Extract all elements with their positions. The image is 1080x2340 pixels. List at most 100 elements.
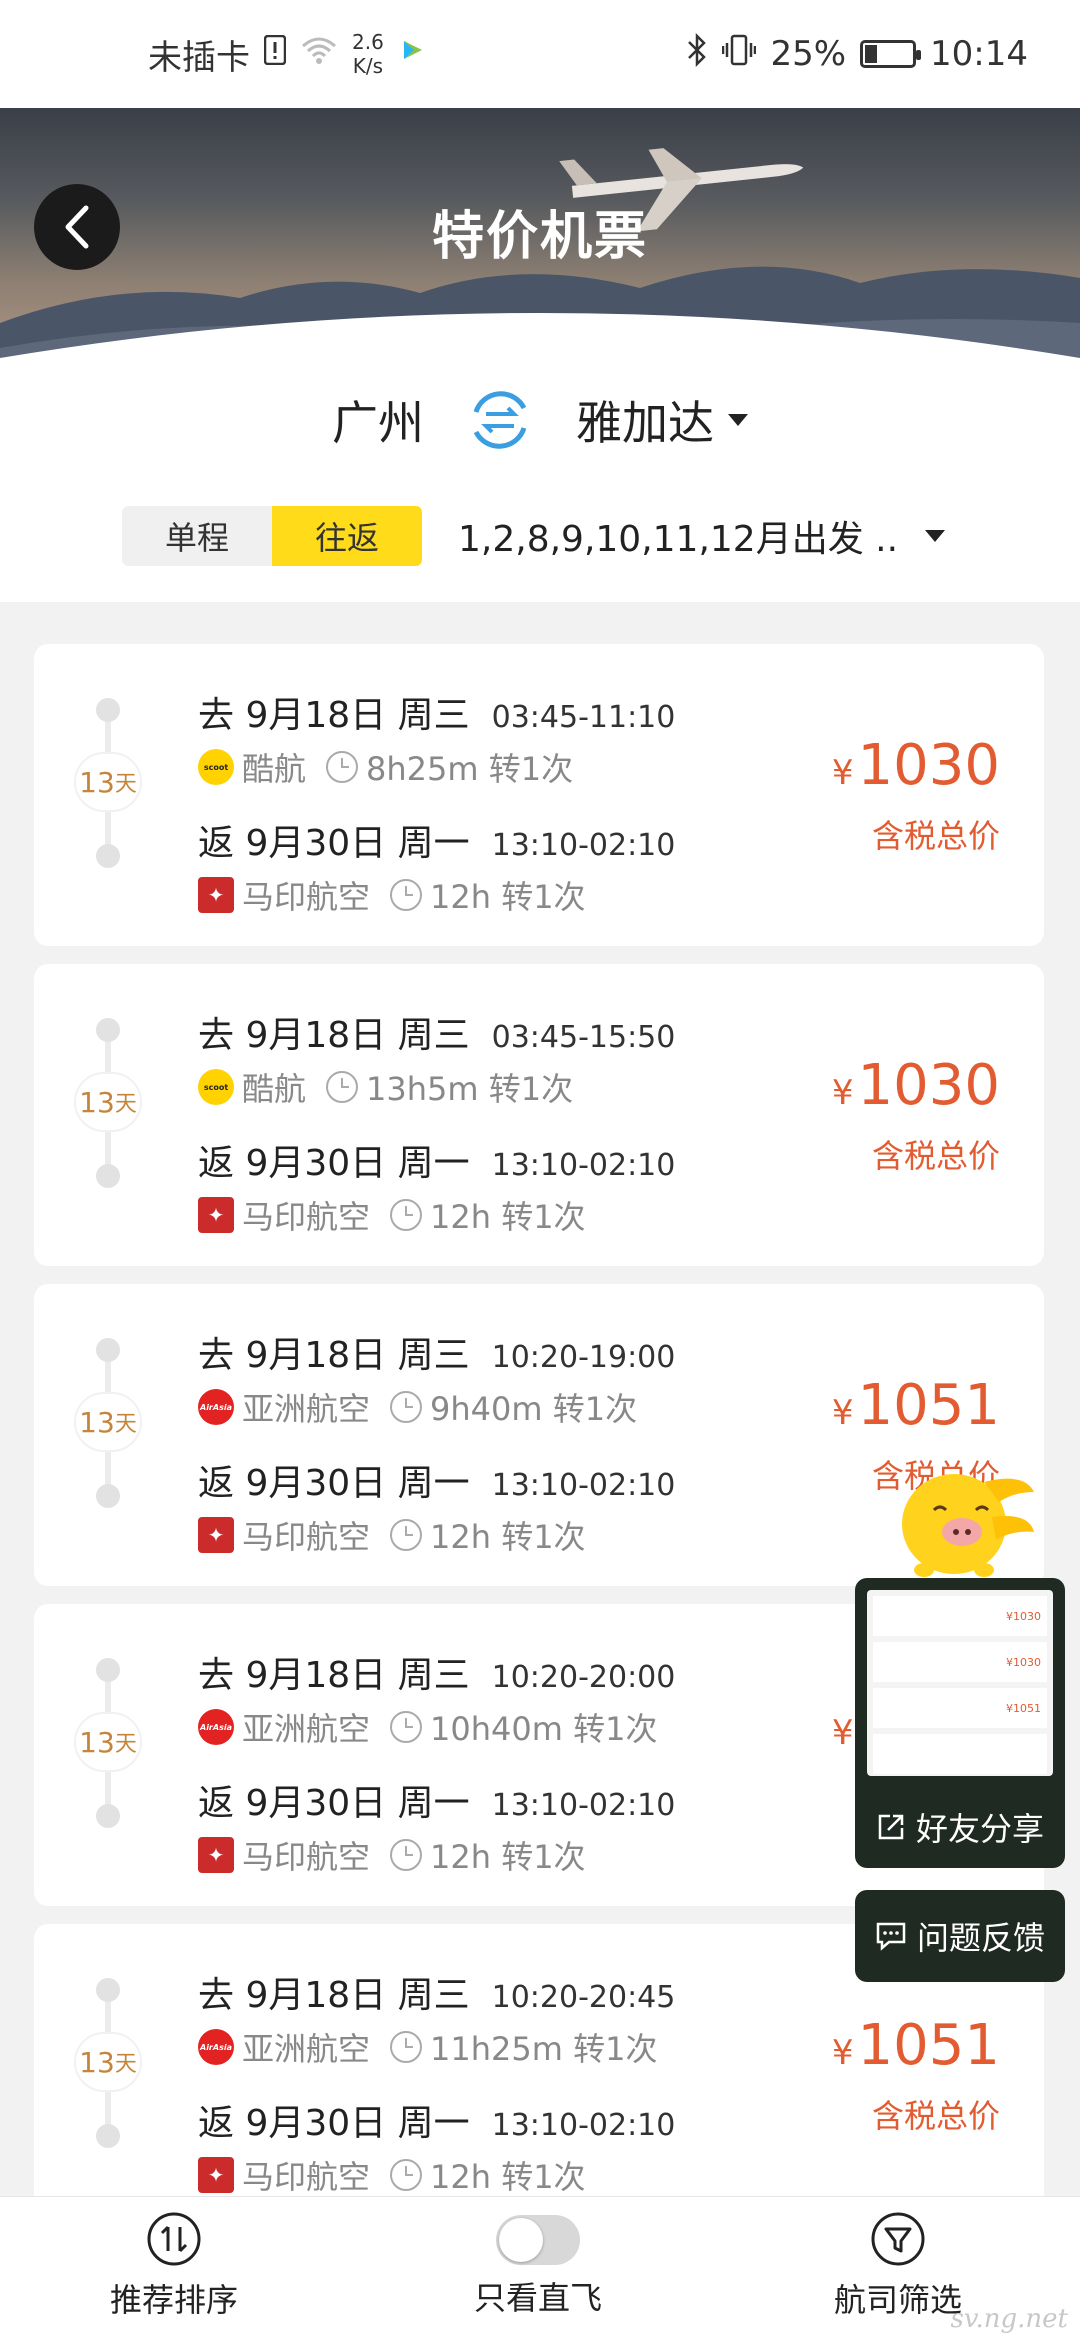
timeline-dot	[96, 1164, 120, 1188]
airline-filter-tab[interactable]: 航司筛选	[834, 2211, 962, 2321]
trip-days: 13	[79, 2045, 115, 2079]
price-box: ¥1030 含税总价	[832, 1054, 1000, 1177]
return-date: 返 9月30日 周一	[198, 823, 470, 864]
destination-selector[interactable]: 雅加达	[576, 387, 748, 453]
clock-icon	[390, 1519, 423, 1551]
return-duration: 12h 转1次	[430, 878, 586, 916]
return-duration: 12h 转1次	[430, 2158, 586, 2196]
currency-symbol: ¥	[831, 753, 854, 793]
trip-type-row: 单程 往返	[122, 506, 422, 566]
outbound-duration: 8h25m 转1次	[366, 750, 574, 788]
feedback-button[interactable]: 问题反馈	[855, 1890, 1065, 1982]
direct-only-toggle[interactable]	[496, 2215, 580, 2265]
timeline-dot	[96, 1978, 120, 2002]
sort-label: 推荐排序	[110, 2281, 239, 2319]
trip-type-toggle: 单程 往返	[122, 506, 422, 566]
price-value: 1030	[857, 733, 1000, 798]
clock-icon	[326, 751, 359, 783]
currency-symbol: ¥	[831, 2033, 854, 2073]
malindo-logo-icon: ✦	[198, 2157, 234, 2193]
clock-icon	[390, 2159, 423, 2191]
bottom-bar: 推荐排序 只看直飞 航司筛选 sv.ng.net	[0, 2196, 1080, 2340]
net-speed-value: 2.6	[352, 30, 384, 54]
outbound-leg: 去 9月18日 周三 10:20-19:00 AirAsia 亚洲航空 9h40m 转1…	[198, 1326, 675, 1430]
outbound-time: 10:20-20:45	[491, 1980, 676, 2015]
thumb-row: ¥1030	[873, 1642, 1047, 1682]
clock-icon	[390, 1391, 423, 1423]
status-left: 未插卡 2.6 K/s	[148, 30, 428, 79]
timeline-dot	[96, 698, 120, 722]
flight-card[interactable]: 13 天 去 9月18日 周三 03:45-15:50 scoot 酷航 13h5m 转1次…	[34, 964, 1044, 1266]
outbound-leg: 去 9月18日 周三 03:45-11:10 scoot 酷航 8h25m 转1次	[198, 686, 675, 790]
direct-only-tab[interactable]: 只看直飞	[474, 2211, 602, 2319]
departure-month-filter[interactable]: 1,2,8,9,10,11,12月出发 ..	[458, 506, 898, 566]
malindo-logo-icon: ✦	[198, 1837, 234, 1873]
wifi-icon	[300, 34, 338, 74]
trip-timeline: 13 天	[74, 1338, 142, 1508]
return-airline: 马印航空	[242, 1518, 371, 1556]
thumb-row: ¥1030	[873, 1596, 1047, 1636]
origin-city[interactable]: 广州	[332, 387, 424, 453]
return-date: 返 9月30日 周一	[198, 2103, 470, 2144]
swap-arrows-icon	[473, 391, 527, 449]
net-speed: 2.6 K/s	[352, 30, 384, 78]
trip-days-unit: 天	[114, 1412, 137, 1437]
return-airline: 马印航空	[242, 1198, 371, 1236]
outbound-duration: 13h5m 转1次	[366, 1070, 574, 1108]
return-time: 13:10-02:10	[491, 828, 676, 863]
trip-timeline: 13 天	[74, 1018, 142, 1188]
outbound-duration: 10h40m 转1次	[430, 1710, 658, 1748]
trip-days-badge: 13 天	[74, 1072, 142, 1132]
trip-days-unit: 天	[114, 2052, 137, 2077]
clock-icon	[326, 1071, 359, 1103]
outbound-time: 03:45-15:50	[491, 1020, 676, 1055]
status-bar: 未插卡 2.6 K/s 25% 10:14	[0, 0, 1080, 108]
thumb-row: ¥1051	[873, 1688, 1047, 1728]
feedback-icon	[876, 1922, 906, 1951]
feedback-label: 问题反馈	[916, 1919, 1045, 1957]
notification-app-icon	[398, 34, 428, 74]
airasia-logo-icon: AirAsia	[198, 1389, 234, 1425]
timeline-dot	[96, 1484, 120, 1508]
clock-time: 10:14	[930, 34, 1028, 74]
swap-button[interactable]	[464, 384, 536, 456]
return-leg: 返 9月30日 周一 13:10-02:10 ✦ 马印航空 12h 转1次	[198, 2094, 675, 2198]
return-time: 13:10-02:10	[491, 1468, 676, 1503]
vibrate-icon	[722, 33, 757, 76]
outbound-time: 10:20-19:00	[491, 1340, 676, 1375]
price-box: ¥1030 含税总价	[832, 734, 1000, 857]
trip-timeline: 13 天	[74, 1978, 142, 2148]
return-time: 13:10-02:10	[491, 1788, 676, 1823]
price-note: 含税总价	[871, 2097, 1000, 2135]
pig-mascot-icon[interactable]	[884, 1462, 1044, 1582]
timeline-dot	[96, 1658, 120, 1682]
return-duration: 12h 转1次	[430, 1838, 586, 1876]
return-leg: 返 9月30日 周一 13:10-02:10 ✦ 马印航空 12h 转1次	[198, 1134, 675, 1238]
return-time: 13:10-02:10	[491, 1148, 676, 1183]
return-duration: 12h 转1次	[430, 1518, 586, 1556]
round-trip-option[interactable]: 往返	[272, 506, 422, 566]
timeline-dot	[96, 1018, 120, 1042]
carrier-text: 未插卡	[148, 37, 250, 78]
timeline-dot	[96, 844, 120, 868]
sort-tab[interactable]: 推荐排序	[110, 2211, 238, 2321]
route-row: 广州 雅加达	[0, 370, 1080, 470]
clock-icon	[390, 2031, 423, 2063]
caret-down-icon	[728, 414, 748, 426]
outbound-airline: 酷航	[242, 1070, 307, 1108]
month-caret-down-icon[interactable]	[925, 530, 945, 542]
sort-icon	[146, 2211, 202, 2267]
price-value: 1030	[857, 1053, 1000, 1118]
malindo-logo-icon: ✦	[198, 1197, 234, 1233]
price-note: 含税总价	[871, 1137, 1000, 1175]
scoot-logo-icon: scoot	[198, 1069, 234, 1105]
airasia-logo-icon: AirAsia	[198, 2029, 234, 2065]
clock-icon	[390, 1199, 423, 1231]
share-panel[interactable]: ¥1030 ¥1030 ¥1051 好友分享	[855, 1578, 1065, 1868]
flight-card[interactable]: 13 天 去 9月18日 周三 03:45-11:10 scoot 酷航 8h25m 转1次…	[34, 644, 1044, 946]
battery-percent: 25%	[770, 34, 847, 74]
share-button[interactable]: 好友分享	[855, 1804, 1065, 1850]
status-right: 25% 10:14	[686, 32, 1028, 76]
return-airline: 马印航空	[242, 2158, 371, 2196]
one-way-option[interactable]: 单程	[122, 506, 272, 566]
